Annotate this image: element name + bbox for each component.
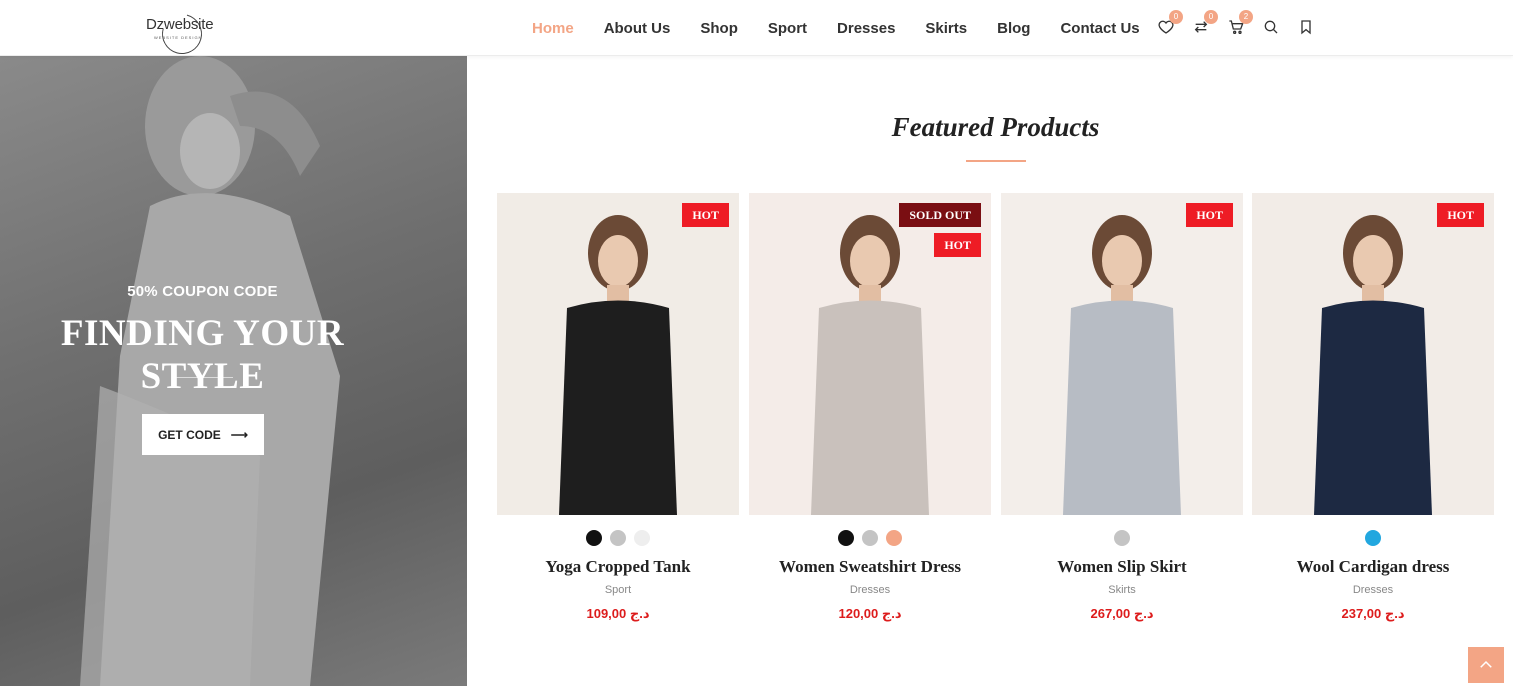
product-name[interactable]: Women Slip Skirt [1001,557,1243,577]
site-logo[interactable]: Dzwebsite WEBSITE DESIGN [142,6,220,62]
color-swatch[interactable] [1365,530,1381,546]
color-swatch[interactable] [862,530,878,546]
cart-count-badge: 2 [1239,10,1253,24]
product-category[interactable]: Skirts [1001,584,1243,596]
product-category[interactable]: Dresses [1252,584,1494,596]
product-card[interactable]: HOT Wool Cardigan dress Dresses 237,00 د.ج [1252,193,1494,633]
nav-shop[interactable]: Shop [685,20,753,37]
nav-skirts[interactable]: Skirts [910,20,982,37]
featured-divider [966,160,1026,162]
hot-badge: HOT [934,233,981,257]
sold-out-badge: SOLD OUT [899,203,981,227]
nav-dresses[interactable]: Dresses [822,20,910,37]
color-swatch[interactable] [838,530,854,546]
compare-count-badge: 0 [1204,10,1218,24]
color-swatch[interactable] [886,530,902,546]
wishlist-button[interactable]: 0 [1155,10,1183,38]
color-swatch[interactable] [586,530,602,546]
banner-title: FINDING YOUR STYLE [60,313,345,397]
logo-text: Dzwebsite [146,16,214,33]
color-swatch[interactable] [634,530,650,546]
color-swatch[interactable] [1114,530,1130,546]
product-image[interactable]: HOT [497,193,739,515]
product-card[interactable]: HOT Women Slip Skirt Skirts 267,00 د.ج [1001,193,1243,633]
color-swatches [1252,530,1494,546]
site-header: Dzwebsite WEBSITE DESIGN Home About Us S… [0,0,1513,62]
bookmark-icon [1301,20,1311,35]
product-name[interactable]: Yoga Cropped Tank [497,557,739,577]
color-swatches [497,530,739,546]
main-nav: Home About Us Shop Sport Dresses Skirts … [517,0,1155,56]
hot-badge: HOT [1437,203,1484,227]
product-category[interactable]: Sport [497,584,739,596]
product-image[interactable]: HOT [1001,193,1243,515]
product-price: 237,00 د.ج [1341,606,1405,621]
search-icon [1264,20,1278,34]
nav-home[interactable]: Home [517,20,589,37]
get-code-button[interactable]: GET CODE ⟶ [142,414,264,455]
promo-banner: 50% COUPON CODE FINDING YOUR STYLE GET C… [0,56,467,686]
nav-contact-us[interactable]: Contact Us [1045,20,1154,37]
bookmark-button[interactable] [1295,16,1317,38]
featured-title: Featured Products [891,112,1100,142]
wishlist-count-badge: 0 [1169,10,1183,24]
search-button[interactable] [1260,16,1282,38]
nav-about-us[interactable]: About Us [589,20,686,37]
compare-button[interactable]: 0 [1190,10,1218,38]
product-category[interactable]: Dresses [749,584,991,596]
product-price: 109,00 د.ج [586,606,650,621]
color-swatches [1001,530,1243,546]
nav-blog[interactable]: Blog [982,20,1045,37]
cart-button[interactable]: 2 [1225,10,1253,38]
product-name[interactable]: Women Sweatshirt Dress [749,557,991,577]
color-swatch[interactable] [610,530,626,546]
nav-sport[interactable]: Sport [753,20,822,37]
color-swatches [749,530,991,546]
product-price: 120,00 د.ج [838,606,902,621]
product-name[interactable]: Wool Cardigan dress [1252,557,1494,577]
product-price: 267,00 د.ج [1090,606,1154,621]
product-image[interactable]: SOLD OUT HOT [749,193,991,515]
scroll-to-top-button[interactable] [1468,647,1504,683]
arrow-right-icon: ⟶ [230,427,248,442]
product-card[interactable]: SOLD OUT HOT Women Sweatshirt Dress Dresses… [749,193,991,633]
banner-subtitle: 50% COUPON CODE [127,283,278,300]
product-image[interactable]: HOT [1252,193,1494,515]
logo-subtext: WEBSITE DESIGN [154,35,203,40]
logo-ring-icon [154,6,210,62]
chevron-up-icon [1480,660,1492,668]
get-code-label: GET CODE [158,427,221,442]
hot-badge: HOT [682,203,729,227]
product-card[interactable]: HOT Yoga Cropped Tank Sport 109,00 د.ج [497,193,739,633]
header-icons: 0 0 2 [1155,10,1330,40]
hot-badge: HOT [1186,203,1233,227]
banner-divider [173,377,233,378]
